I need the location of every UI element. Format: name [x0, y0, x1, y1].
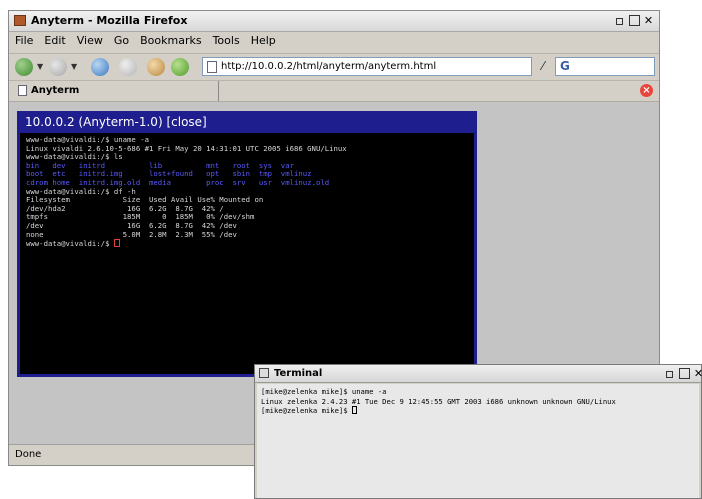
- anyterm-title: 10.0.0.2 (Anyterm-1.0): [25, 115, 167, 129]
- forward-dropdown-icon[interactable]: ▼: [71, 62, 77, 71]
- tab-page-icon: [18, 85, 27, 96]
- feed-icon[interactable]: [171, 58, 189, 76]
- navigation-toolbar: ▼ ▼ http://10.0.0.2/html/anyterm/anyterm…: [9, 53, 659, 81]
- xterm-title: Terminal: [274, 368, 323, 379]
- close-tab-icon[interactable]: ×: [640, 84, 653, 97]
- xterm-maximize-button[interactable]: [679, 368, 690, 379]
- terminal-app-icon: [259, 368, 269, 378]
- menu-view[interactable]: View: [77, 31, 103, 51]
- firefox-app-icon: [14, 15, 26, 26]
- term-line: none 5.0M 2.8M 2.3M 55% /dev: [26, 229, 237, 239]
- menu-tools[interactable]: Tools: [213, 31, 240, 51]
- menubar: File Edit View Go Bookmarks Tools Help: [9, 31, 659, 51]
- menu-file[interactable]: File: [15, 31, 33, 51]
- google-search-icon: G: [560, 59, 570, 73]
- anyterm-close-link[interactable]: [close]: [166, 115, 206, 129]
- back-dropdown-icon[interactable]: ▼: [37, 62, 43, 71]
- xterm-prompt: [mike@zelenka mike]$: [261, 406, 352, 415]
- xterm-window[interactable]: Terminal ✕ [mike@zelenka mike]$ uname -a…: [254, 364, 702, 499]
- home-icon[interactable]: [147, 58, 165, 76]
- menu-bookmarks[interactable]: Bookmarks: [140, 31, 201, 51]
- close-window-button[interactable]: ✕: [642, 14, 655, 27]
- xterm-line: [mike@zelenka mike]$ uname -a: [261, 387, 387, 396]
- term-prompt: www-data@vivaldi:/$: [26, 239, 114, 249]
- window-title: Anyterm - Mozilla Firefox: [31, 14, 188, 27]
- term-prompt-line: www-data@vivaldi:/$: [26, 239, 468, 249]
- anyterm-terminal[interactable]: 10.0.0.2 (Anyterm-1.0) [close] www-data@…: [17, 111, 477, 377]
- menu-help[interactable]: Help: [251, 31, 276, 51]
- stop-icon[interactable]: [119, 58, 137, 76]
- tab-label: Anyterm: [31, 85, 80, 96]
- menu-go[interactable]: Go: [114, 31, 129, 51]
- back-icon[interactable]: [15, 58, 33, 76]
- tab-anyterm[interactable]: Anyterm: [13, 81, 219, 101]
- xterm-minimize-button[interactable]: [666, 371, 673, 378]
- xterm-prompt-line: [mike@zelenka mike]$: [261, 406, 695, 416]
- anyterm-output: www-data@vivaldi:/$ uname -a Linux vivald…: [20, 133, 474, 252]
- url-text: http://10.0.0.2/html/anyterm/anyterm.htm…: [221, 61, 437, 72]
- address-bar[interactable]: http://10.0.0.2/html/anyterm/anyterm.htm…: [202, 57, 532, 76]
- status-text: Done: [15, 449, 42, 460]
- cursor: [113, 239, 120, 248]
- xterm-close-button[interactable]: ✕: [692, 367, 702, 380]
- forward-icon[interactable]: [49, 58, 67, 76]
- xterm-titlebar[interactable]: Terminal ✕: [255, 365, 702, 383]
- search-input[interactable]: G: [555, 57, 655, 76]
- minimize-button[interactable]: [616, 18, 623, 25]
- xterm-line: Linux zelenka 2.4.23 #1 Tue Dec 9 12:45:…: [261, 396, 616, 406]
- menu-edit[interactable]: Edit: [44, 31, 65, 51]
- url-dropdown-icon[interactable]: ⁄: [536, 59, 550, 74]
- anyterm-titlebar: 10.0.0.2 (Anyterm-1.0) [close]: [20, 114, 474, 133]
- xterm-output[interactable]: [mike@zelenka mike]$ uname -a Linux zelen…: [257, 384, 699, 498]
- page-icon: [207, 61, 217, 73]
- maximize-button[interactable]: [629, 15, 640, 26]
- firefox-titlebar[interactable]: Anyterm - Mozilla Firefox ✕: [9, 11, 659, 32]
- reload-icon[interactable]: [91, 58, 109, 76]
- xterm-cursor: [351, 406, 357, 414]
- tab-bar: Anyterm ×: [9, 81, 659, 102]
